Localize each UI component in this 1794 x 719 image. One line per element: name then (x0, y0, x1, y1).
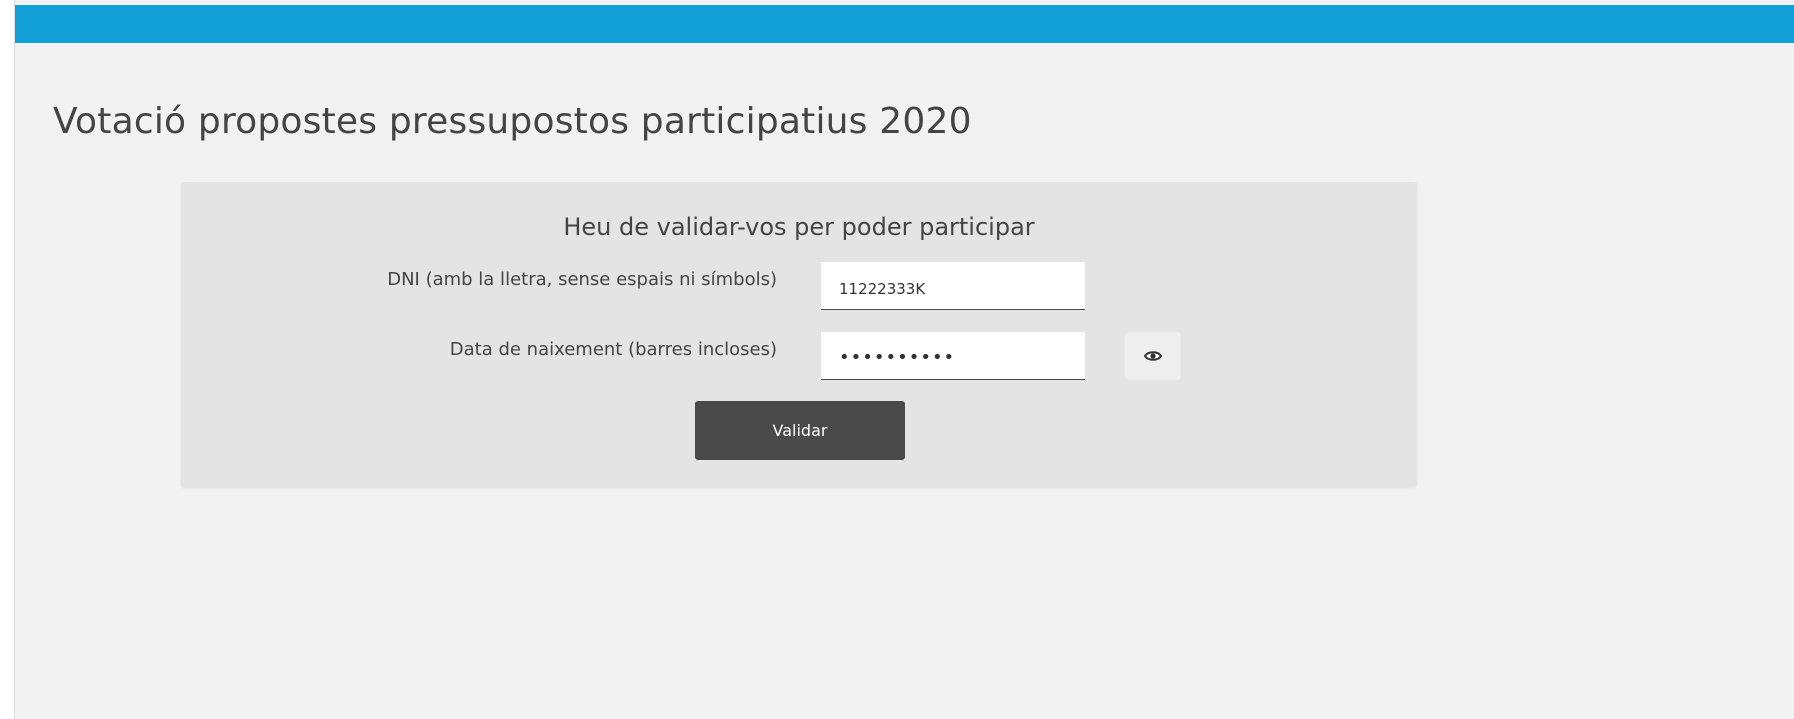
page-title: Votació propostes pressupostos participa… (53, 101, 972, 142)
birthdate-label: Data de naixement (barres incloses) (449, 339, 777, 360)
page-body: Votació propostes pressupostos participa… (14, 0, 1794, 719)
top-header-bar (15, 5, 1794, 43)
validation-heading: Heu de validar-vos per poder participar (563, 213, 1035, 241)
birthdate-input[interactable] (821, 332, 1085, 380)
dni-input[interactable] (821, 262, 1085, 310)
show-password-toggle[interactable] (1125, 332, 1181, 380)
eye-icon (1143, 347, 1163, 366)
dni-label: DNI (amb la lletra, sense espais ni símb… (387, 269, 777, 290)
validation-panel: Heu de validar-vos per poder participar … (181, 182, 1417, 487)
validate-button[interactable]: Validar (695, 401, 905, 460)
